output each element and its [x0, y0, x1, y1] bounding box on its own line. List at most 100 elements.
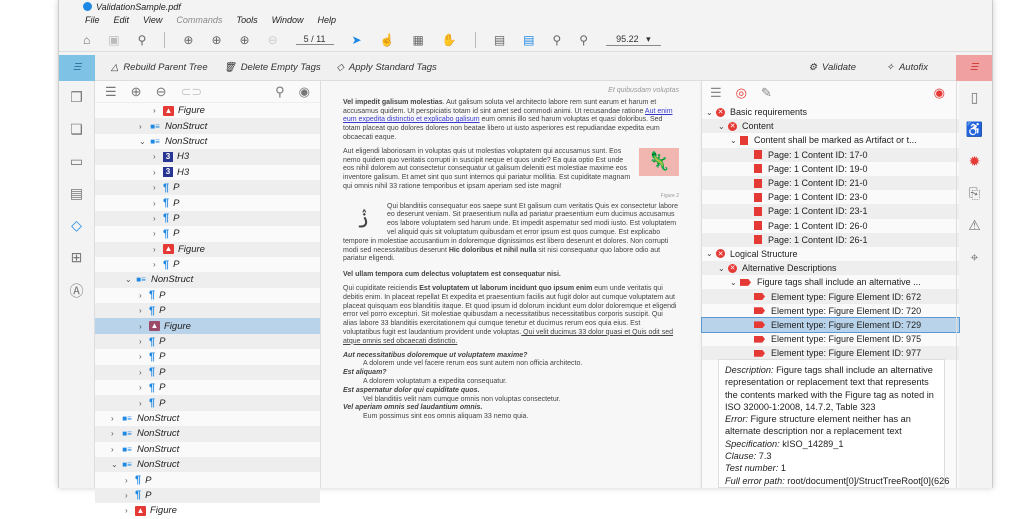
validation-item[interactable]: Page: 1 Content ID: 26-1 [702, 232, 959, 247]
rebuild-parent-tree-button[interactable]: △ Rebuild Parent Tree [111, 62, 208, 73]
tag-tree-item[interactable]: › ¶ P [95, 333, 320, 350]
page-number-input[interactable]: 5 / 11 [295, 34, 334, 45]
select-cursor-icon[interactable]: ➤ [352, 33, 362, 47]
tag-tree-item[interactable]: › 3 H3 [95, 149, 320, 165]
chevron-right-icon[interactable]: › [139, 352, 149, 361]
chevron-right-icon[interactable]: › [153, 199, 163, 208]
layers-icon[interactable]: ❏ [70, 121, 83, 138]
chevron-right-icon[interactable]: › [139, 306, 149, 315]
tag-tree-item[interactable]: › ▲ Figure [95, 318, 320, 334]
menu-commands[interactable]: Commands [176, 15, 222, 25]
chevron-right-icon[interactable]: › [111, 429, 121, 438]
autofix-button[interactable]: ✧ Autofix [886, 62, 928, 73]
validate-button[interactable]: ⚙ Validate [808, 62, 856, 73]
chevron-right-icon[interactable]: › [111, 445, 121, 454]
zoom-in-icon[interactable]: ⚲ [579, 33, 588, 47]
chevron-down-icon[interactable]: ⌄ [706, 249, 716, 258]
device-icon[interactable]: ▯ [971, 89, 979, 106]
tag-tree-item[interactable]: ⌄ ■≡ NonStruct [95, 134, 320, 149]
menu-view[interactable]: View [143, 15, 162, 25]
validation-item[interactable]: ⌄ Figure tags shall include an alternativ… [702, 275, 959, 289]
search-icon[interactable]: ⚲ [138, 33, 147, 47]
chevron-down-icon[interactable]: ⌄ [139, 137, 149, 146]
chevron-right-icon[interactable]: › [139, 399, 149, 408]
tag-tree-item[interactable]: › ¶ P [95, 472, 320, 487]
validation-item[interactable]: Page: 1 Content ID: 23-0 [702, 190, 959, 204]
next-page-icon[interactable]: ⊕ [211, 33, 221, 47]
tag-tree-item[interactable]: › ¶ P [95, 487, 320, 504]
eye-icon[interactable]: ◉ [934, 85, 945, 101]
validation-item[interactable]: Element type: Figure Element ID: 729 [701, 316, 960, 334]
target-icon[interactable]: ◎ [736, 85, 747, 101]
chevron-right-icon[interactable]: › [111, 414, 121, 423]
alert-icon[interactable]: ⚠ [968, 217, 981, 234]
tag-tree-item[interactable]: › ■≡ NonStruct [95, 442, 320, 457]
validation-item[interactable]: ⌄ ✕ Alternative Descriptions [702, 261, 959, 276]
tag-tree-item[interactable]: › ▲ Figure [95, 103, 320, 118]
tag-tree-item[interactable]: › ▲ Figure [95, 241, 320, 257]
tag-tree-item[interactable]: › ¶ P [95, 210, 320, 227]
save-icon[interactable]: ▣ [108, 33, 119, 47]
menu-edit[interactable]: Edit [114, 15, 130, 25]
prev-page-icon[interactable]: ⊕ [240, 33, 250, 47]
chevron-right-icon[interactable]: › [139, 383, 149, 392]
balloon-dog-figure[interactable]: ࢲ [343, 203, 383, 231]
remove-tag-icon[interactable]: ⊖ [156, 84, 167, 100]
collapse-panel-icon[interactable]: ☰ [710, 85, 722, 101]
zoom-level-select[interactable]: 95.22 ▾ [606, 34, 661, 46]
link-icon[interactable]: ⊂⊃ [180, 84, 202, 100]
validation-item[interactable]: Element type: Figure Element ID: 975 [702, 332, 959, 346]
apply-standard-tags-button[interactable]: ◇ Apply Standard Tags [337, 62, 437, 73]
tag-tree-item[interactable]: › ¶ P [95, 179, 320, 196]
structure-icon[interactable]: ⊞ [71, 249, 83, 266]
validation-item[interactable]: Element type: Figure Element ID: 720 [702, 304, 959, 318]
eye-icon[interactable]: ◉ [299, 84, 310, 100]
chevron-right-icon[interactable]: › [139, 368, 149, 377]
fit-page-icon[interactable]: ▤ [494, 33, 505, 47]
chevron-right-icon[interactable]: › [125, 506, 135, 515]
chevron-right-icon[interactable]: › [153, 168, 163, 177]
tag-tree-item[interactable]: ⌄ ■≡ NonStruct [95, 272, 320, 288]
chevron-right-icon[interactable]: › [153, 106, 163, 115]
chevron-right-icon[interactable]: › [153, 183, 163, 192]
location-icon[interactable]: ⌖ [971, 249, 979, 266]
fit-width-icon[interactable]: ▤ [523, 33, 534, 47]
tag-tree-item[interactable]: › ¶ P [95, 195, 320, 210]
validation-item[interactable]: Page: 1 Content ID: 19-0 [702, 162, 959, 176]
tag-tree-item[interactable]: › ¶ P [95, 380, 320, 395]
tag-tree-item[interactable]: › ¶ P [95, 349, 320, 364]
validation-item[interactable]: ⌄ Content shall be marked as Artifact or … [702, 133, 959, 147]
tag-tree-item[interactable]: › ¶ P [95, 257, 320, 272]
document-icon[interactable]: ▭ [70, 153, 83, 170]
collapse-panel-icon[interactable]: ☰ [105, 84, 117, 100]
menu-file[interactable]: File [85, 15, 100, 25]
tag-tree-item[interactable]: › ■≡ NonStruct [95, 118, 320, 134]
chevron-down-icon[interactable]: ⌄ [111, 460, 121, 469]
chevron-down-icon[interactable]: ⌄ [718, 264, 728, 273]
chameleon-figure[interactable]: 🦎 [639, 147, 679, 176]
text-icon[interactable]: Ⓐ [70, 281, 84, 301]
chevron-down-icon[interactable]: ⌄ [125, 275, 135, 284]
tag-tree-item[interactable]: › ¶ P [95, 226, 320, 241]
hand-tool-icon[interactable]: ✋ [442, 33, 457, 47]
validation-item[interactable]: Element type: Figure Element ID: 672 [702, 289, 959, 304]
menu-tools[interactable]: Tools [236, 15, 257, 25]
comments-icon[interactable]: ▤ [70, 185, 83, 202]
validation-item[interactable]: Page: 1 Content ID: 21-0 [702, 175, 959, 191]
validation-item[interactable]: Page: 1 Content ID: 17-0 [702, 147, 959, 162]
accessibility-icon[interactable]: ♿ [966, 121, 983, 138]
tag-tree-item[interactable]: ⌄ ■≡ NonStruct [95, 456, 320, 473]
bug-icon[interactable]: ✹ [969, 153, 981, 170]
tag-tree-item[interactable]: › 3 H3 [95, 165, 320, 180]
tag-tree-item[interactable]: › ¶ P [95, 364, 320, 381]
chevron-right-icon[interactable]: › [153, 245, 163, 254]
chevron-right-icon[interactable]: › [153, 260, 163, 269]
tag-tree-item[interactable]: › ■≡ NonStruct [95, 426, 320, 442]
tag-tree-item[interactable]: › ¶ P [95, 303, 320, 319]
tag-tree-item[interactable]: › ■≡ NonStruct [95, 411, 320, 426]
validation-item[interactable]: ⌄ ✕ Logical Structure [702, 247, 959, 261]
chevron-right-icon[interactable]: › [139, 291, 149, 300]
touch-icon[interactable]: ☝ [380, 33, 395, 47]
chevron-right-icon[interactable]: › [153, 152, 163, 161]
tags-icon[interactable]: ◇ [71, 217, 82, 234]
